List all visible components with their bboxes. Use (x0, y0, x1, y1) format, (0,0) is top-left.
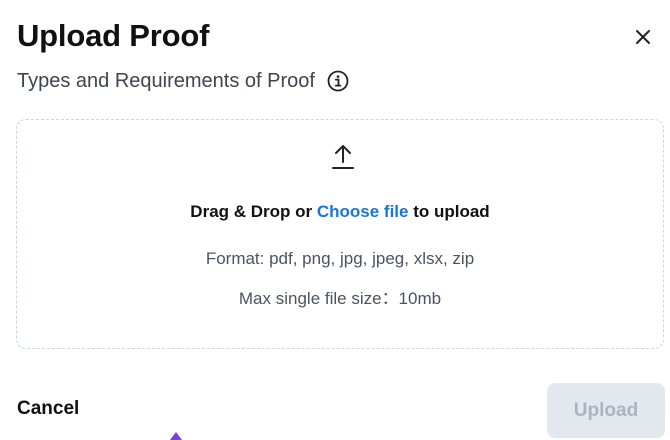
to-upload-text: to upload (408, 202, 490, 221)
upload-button[interactable]: Upload (547, 383, 665, 438)
info-icon (327, 70, 349, 92)
file-dropzone[interactable]: Drag & Drop or Choose file to upload For… (16, 119, 664, 349)
info-button[interactable] (327, 70, 349, 92)
requirements-row: Types and Requirements of Proof (17, 67, 349, 95)
dialog-title: Upload Proof (17, 18, 210, 53)
close-icon (636, 30, 650, 44)
max-size-info: Max single file size：10mb (238, 289, 442, 308)
close-button[interactable] (628, 22, 658, 52)
choose-file-link[interactable]: Choose file (317, 202, 409, 221)
format-info: Format: pdf, png, jpg, jpeg, xlsx, zip (205, 249, 475, 268)
upload-arrow-icon (332, 145, 354, 169)
drag-drop-instructions: Drag & Drop or Choose file to upload (17, 202, 663, 222)
cancel-button[interactable]: Cancel (17, 398, 79, 420)
drag-drop-text: Drag & Drop or (190, 202, 317, 221)
requirements-subtitle: Types and Requirements of Proof (17, 69, 315, 92)
